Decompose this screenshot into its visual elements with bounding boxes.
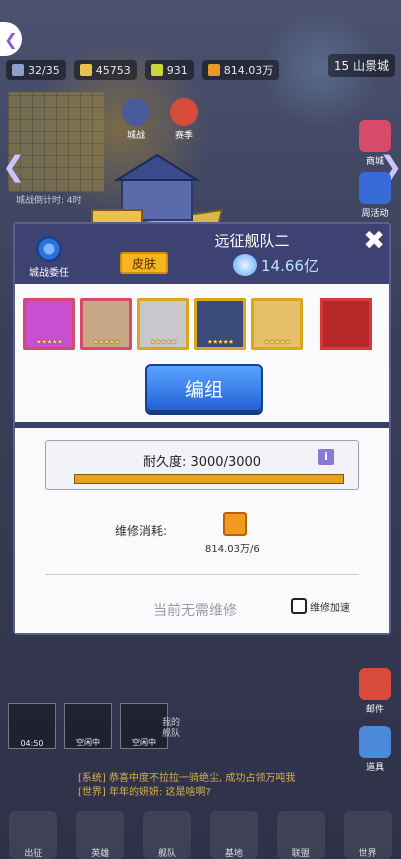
gold-resource: 45753: [73, 60, 137, 80]
repair-cost-label: 维修消耗:: [115, 524, 168, 538]
fuel-icon: [207, 64, 220, 76]
city-war-button[interactable]: 城战: [120, 98, 152, 141]
fleet-panel: 城战委任 远征舰队二 ✖ 皮肤 14.66亿 ★★★★★ ★★★★★ ★★★★★…: [13, 222, 391, 635]
repair-section: 耐久度: 3000/3000 i 维修消耗: 814.03万/6 当前无需维修 …: [15, 428, 389, 633]
events-button[interactable]: 周活动: [355, 172, 395, 219]
hero-row: ★★★★★ ★★★★★ ★★★★★ ★★★★★ ★★★★★: [23, 298, 372, 350]
city-name[interactable]: 15 山景城: [327, 54, 395, 77]
hero-slot[interactable]: ★★★★★: [137, 298, 189, 350]
queue-slot[interactable]: 04:50: [8, 703, 56, 749]
hero-slot[interactable]: ★★★★★: [80, 298, 132, 350]
ship-count: 32/35: [6, 60, 66, 80]
fleet-power: 14.66亿: [233, 254, 319, 276]
hero-lineup: ★★★★★ ★★★★★ ★★★★★ ★★★★★ ★★★★★ 编组: [15, 284, 389, 422]
chat-preview[interactable]: [系统] 恭喜中度不拉拉一骑绝尘, 成功占领万吨我 [世界] 年年的妍妍: 这是…: [78, 772, 295, 800]
nav-item[interactable]: 出征: [9, 811, 58, 859]
left-arrow-icon[interactable]: ❮: [2, 150, 25, 190]
nav-item[interactable]: 世界: [343, 811, 392, 859]
ship-icon: [12, 64, 24, 76]
chat-line: [世界] 年年的妍妍: 这是啥啊?: [78, 787, 211, 798]
durability-label: 耐久度: 3000/3000: [142, 455, 262, 470]
fleet-queue: 04:50 空闲中 空闲中: [8, 703, 168, 749]
formation-button[interactable]: 编组: [145, 364, 263, 412]
mail-button[interactable]: 邮件: [355, 668, 395, 715]
gem-icon: [150, 64, 163, 76]
fuel-resource: 814.03万: [201, 60, 280, 80]
durability-bar: [74, 474, 344, 484]
nav-item[interactable]: 联盟: [276, 811, 325, 859]
durability-box: 耐久度: 3000/3000 i: [45, 440, 359, 490]
divider: [45, 574, 359, 575]
repair-accel-toggle[interactable]: 维修加速: [291, 598, 350, 614]
ship-slot[interactable]: [320, 298, 372, 350]
queue-slot[interactable]: 空闲中: [120, 703, 168, 749]
fist-icon: [233, 254, 257, 276]
shop-button[interactable]: 商城: [355, 120, 395, 167]
nav-item[interactable]: 基地: [209, 811, 258, 859]
fleet-title: 远征舰队二: [214, 232, 290, 250]
fleet-header: 城战委任 远征舰队二 ✖ 皮肤 14.66亿: [15, 224, 389, 284]
queue-slot[interactable]: 空闲中: [64, 703, 112, 749]
gem-resource: 931: [144, 60, 194, 80]
hero-slot[interactable]: ★★★★★: [23, 298, 75, 350]
bottom-nav: 出征 英雄 舰队 基地 联盟 世界: [0, 799, 401, 859]
repair-cost-value: 814.03万/6: [205, 544, 260, 555]
rivals-button[interactable]: 赛季: [168, 98, 200, 141]
resource-bar: 32/35 45753 931 814.03万: [6, 60, 331, 82]
my-fleet-label[interactable]: 我的舰队: [162, 718, 186, 740]
hero-slot[interactable]: ★★★★★: [251, 298, 303, 350]
nav-item[interactable]: 英雄: [76, 811, 125, 859]
hero-slot[interactable]: ★★★★★: [194, 298, 246, 350]
info-icon[interactable]: i: [318, 449, 334, 465]
checkbox[interactable]: [291, 598, 307, 614]
items-button[interactable]: 道具: [355, 726, 395, 773]
nav-item[interactable]: 舰队: [143, 811, 192, 859]
chat-line: [系统] 恭喜中度不拉拉一骑绝尘, 成功占领万吨我: [78, 773, 296, 784]
close-icon[interactable]: ✖: [363, 226, 385, 256]
fuel-can-icon: [223, 512, 247, 536]
no-repair-status: 当前无需维修: [153, 603, 237, 619]
skin-button[interactable]: 皮肤: [120, 252, 168, 274]
gold-icon: [79, 64, 92, 76]
